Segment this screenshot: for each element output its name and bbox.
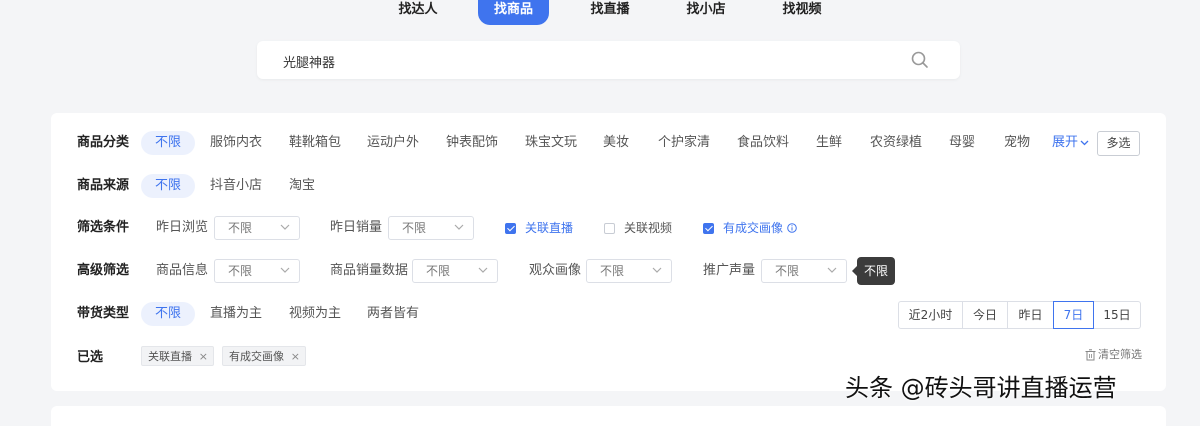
- audience-select[interactable]: 不限: [586, 259, 672, 283]
- search-bar: [257, 41, 960, 81]
- trash-icon: [1085, 349, 1096, 361]
- category-option[interactable]: 食品饮料: [737, 131, 789, 155]
- time-range-15d[interactable]: 15日: [1093, 301, 1141, 329]
- close-icon[interactable]: ×: [291, 347, 300, 367]
- selected-tag-label: 关联直播: [148, 350, 192, 363]
- select-value: 不限: [600, 264, 625, 278]
- chevron-down-icon: [1080, 140, 1089, 146]
- category-option[interactable]: 运动户外: [367, 131, 419, 155]
- yesterday-sales-select[interactable]: 不限: [388, 216, 474, 240]
- sales-type-option[interactable]: 直播为主: [210, 302, 262, 326]
- category-option[interactable]: 服饰内衣: [210, 131, 262, 155]
- time-range-yesterday[interactable]: 昨日: [1007, 301, 1054, 329]
- results-panel: [51, 406, 1166, 426]
- close-icon[interactable]: ×: [199, 347, 208, 367]
- category-label: 商品分类: [77, 135, 130, 150]
- category-option[interactable]: 美妆: [603, 131, 629, 155]
- select-value: 不限: [775, 264, 800, 278]
- source-option-douyin[interactable]: 抖音小店: [210, 174, 262, 198]
- source-option-taobao[interactable]: 淘宝: [289, 174, 315, 198]
- tab-find-influencer[interactable]: 找达人: [388, 0, 448, 25]
- search-icon[interactable]: [911, 51, 929, 69]
- expand-button[interactable]: 展开: [1052, 131, 1089, 155]
- yesterday-views-label: 昨日浏览: [156, 220, 209, 235]
- selected-tag: 有成交画像 ×: [222, 346, 306, 366]
- time-range-7d[interactable]: 7日: [1053, 301, 1094, 329]
- source-label: 商品来源: [77, 178, 130, 193]
- sales-data-select[interactable]: 不限: [412, 259, 498, 283]
- audience-label: 观众画像: [529, 263, 582, 278]
- chevron-down-icon: [280, 267, 290, 273]
- category-option[interactable]: 鞋靴箱包: [289, 131, 341, 155]
- linked-video-label[interactable]: 关联视频: [624, 216, 672, 240]
- top-tab-bar: 找达人 找商品 找直播 找小店 找视频: [0, 0, 1200, 26]
- yesterday-sales-label: 昨日销量: [330, 220, 383, 235]
- tooltip: 不限: [852, 257, 895, 285]
- category-option[interactable]: 宠物: [1004, 131, 1030, 155]
- search-input[interactable]: [281, 41, 905, 81]
- category-option[interactable]: 钟表配饰: [446, 131, 498, 155]
- clear-filters-label: 清空筛选: [1098, 348, 1142, 361]
- promo-volume-label: 推广声量: [703, 263, 756, 278]
- time-range-today[interactable]: 今日: [962, 301, 1008, 329]
- tab-find-video[interactable]: 找视频: [772, 0, 832, 25]
- time-range-2h[interactable]: 近2小时: [898, 301, 963, 329]
- source-option-all[interactable]: 不限: [141, 174, 195, 198]
- linked-live-checkbox[interactable]: [505, 223, 516, 234]
- selected-label: 已选: [77, 350, 104, 365]
- sales-type-option-all[interactable]: 不限: [141, 302, 195, 326]
- select-value: 不限: [426, 264, 451, 278]
- info-icon[interactable]: [787, 223, 797, 233]
- expand-label: 展开: [1052, 135, 1079, 150]
- select-value: 不限: [402, 221, 427, 235]
- linked-video-checkbox[interactable]: [604, 223, 615, 234]
- sales-type-label: 带货类型: [77, 306, 130, 321]
- category-option[interactable]: 生鲜: [816, 131, 842, 155]
- chevron-down-icon: [827, 267, 837, 273]
- chevron-down-icon: [280, 224, 290, 230]
- product-info-label: 商品信息: [156, 263, 209, 278]
- product-info-select[interactable]: 不限: [214, 259, 300, 283]
- tab-find-product[interactable]: 找商品: [478, 0, 549, 25]
- chevron-down-icon: [478, 267, 488, 273]
- category-option-all[interactable]: 不限: [141, 131, 195, 155]
- select-value: 不限: [228, 221, 253, 235]
- category-option[interactable]: 个护家清: [658, 131, 710, 155]
- time-range-segmented: 近2小时 今日 昨日 7日 15日: [898, 301, 1141, 329]
- yesterday-views-select[interactable]: 不限: [214, 216, 300, 240]
- linked-live-label[interactable]: 关联直播: [525, 216, 573, 240]
- sales-type-option[interactable]: 两者皆有: [367, 302, 419, 326]
- category-option[interactable]: 母婴: [949, 131, 975, 155]
- selected-tag-label: 有成交画像: [229, 350, 284, 363]
- chevron-down-icon: [652, 267, 662, 273]
- select-value: 不限: [228, 264, 253, 278]
- conditions-label: 筛选条件: [77, 220, 130, 235]
- category-option[interactable]: 珠宝文玩: [525, 131, 577, 155]
- advanced-label: 高级筛选: [77, 263, 130, 278]
- watermark: 头条 @砖头哥讲直播运营: [845, 374, 1117, 402]
- tab-find-live[interactable]: 找直播: [580, 0, 640, 25]
- sales-data-label: 商品销量数据: [330, 263, 409, 278]
- sales-type-option[interactable]: 视频为主: [289, 302, 341, 326]
- category-option[interactable]: 农资绿植: [870, 131, 922, 155]
- selected-tag: 关联直播 ×: [141, 346, 214, 366]
- has-portrait-label[interactable]: 有成交画像: [723, 216, 783, 240]
- filter-panel: 商品分类 不限 服饰内衣 鞋靴箱包 运动户外 钟表配饰 珠宝文玩 美妆 个护家清…: [51, 113, 1166, 391]
- chevron-down-icon: [454, 224, 464, 230]
- tab-find-shop[interactable]: 找小店: [676, 0, 736, 25]
- multi-select-button[interactable]: 多选: [1097, 131, 1140, 156]
- has-portrait-checkbox[interactable]: [703, 223, 714, 234]
- promo-volume-select[interactable]: 不限: [761, 259, 847, 283]
